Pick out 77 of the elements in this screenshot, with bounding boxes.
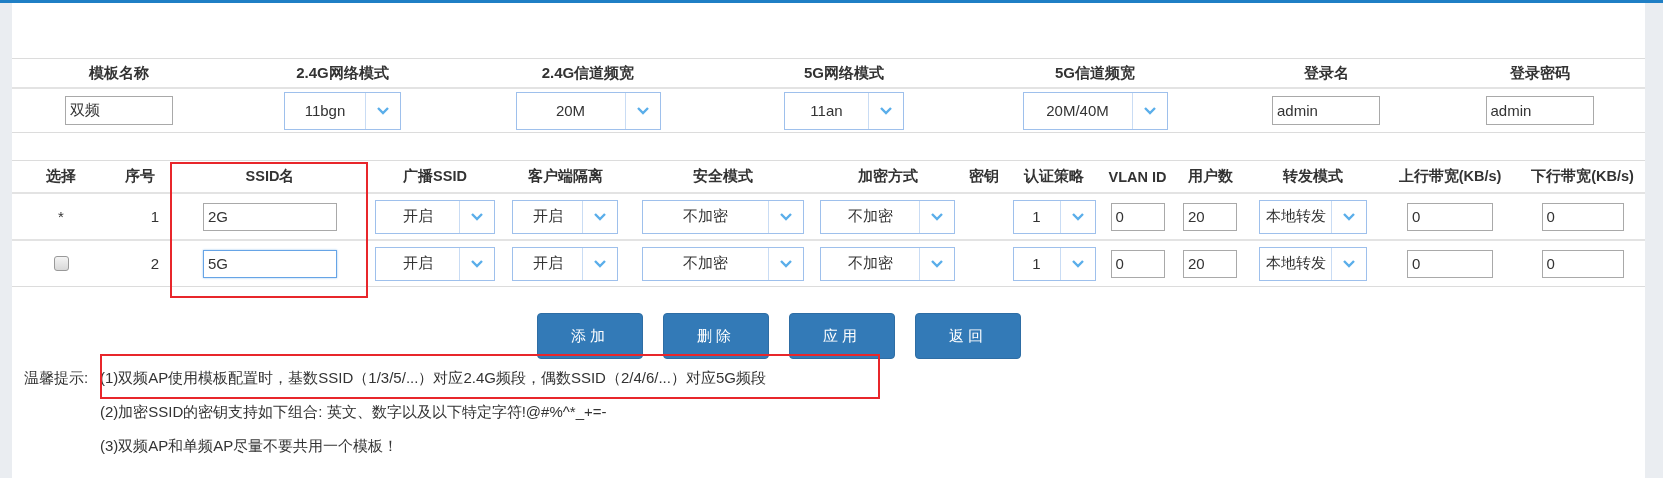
chevron-down-icon [593, 259, 607, 268]
column-header: 广播SSID [403, 167, 467, 186]
dropdown[interactable]: 20M/40M [1022, 91, 1168, 130]
chevron-down-icon [1341, 212, 1356, 221]
tip-text: (3)双频AP和单频AP尽量不要共用一个模板！ [100, 436, 399, 456]
column-header: 用户数 [1187, 167, 1233, 186]
chevron-down-icon [930, 212, 944, 221]
chevron-down-icon [1142, 106, 1157, 115]
column-header: VLAN ID [1108, 168, 1167, 185]
column-header: 登录密码 [1509, 63, 1570, 83]
column-header: 2.4G网络模式 [296, 63, 389, 83]
dropdown[interactable]: 本地转发 [1258, 199, 1367, 234]
dropdown[interactable]: 不加密 [820, 246, 955, 281]
text-input[interactable]: 0 [1110, 249, 1165, 278]
text-input[interactable]: 20 [1183, 249, 1237, 278]
chevron-down-icon [635, 106, 650, 115]
column-header: SSID名 [245, 167, 295, 186]
column-header: 上行带宽(KB/s) [1398, 167, 1502, 186]
dropdown[interactable]: 开启 [512, 199, 618, 234]
column-header: 2.4G信道频宽 [541, 63, 635, 83]
column-header: 安全模式 [692, 167, 753, 186]
tip-text: (2)加密SSID的密钥支持如下组合: 英文、数字以及以下特定字符!@#%^*_+=- [100, 402, 607, 422]
column-header: 认证策略 [1024, 167, 1084, 186]
dropdown[interactable]: 不加密 [641, 199, 804, 234]
dropdown[interactable]: 开启 [375, 246, 495, 281]
text-input[interactable]: 0 [1541, 249, 1624, 278]
chevron-down-icon [879, 106, 893, 115]
action-button[interactable]: 返回 [915, 313, 1021, 359]
dropdown[interactable]: 开启 [375, 199, 495, 234]
column-header: 5G网络模式 [804, 63, 884, 83]
column-header: 登录名 [1303, 63, 1349, 83]
row-number: 2 [150, 255, 159, 272]
text-input[interactable]: admin [1485, 96, 1594, 125]
text-input[interactable]: 0 [1407, 249, 1493, 278]
column-header: 序号 [125, 167, 155, 186]
chevron-down-icon [1341, 259, 1356, 268]
checkbox[interactable] [53, 256, 69, 271]
action-button[interactable]: 添加 [537, 313, 643, 359]
column-header: 密钥 [969, 167, 999, 186]
chevron-down-icon [593, 212, 607, 221]
text-input[interactable]: 双频 [64, 96, 173, 125]
dropdown[interactable]: 开启 [512, 246, 618, 281]
column-header: 选择 [46, 167, 76, 186]
text-input[interactable]: admin [1272, 96, 1380, 125]
dropdown[interactable]: 本地转发 [1258, 246, 1367, 281]
text-input[interactable]: 0 [1407, 202, 1493, 231]
chevron-down-icon [778, 212, 793, 221]
dropdown[interactable]: 11an [784, 91, 904, 130]
dropdown[interactable]: 1 [1012, 246, 1096, 281]
text-input[interactable]: 0 [1541, 202, 1624, 231]
row-marker: * [58, 208, 64, 225]
action-button[interactable]: 删除 [663, 313, 769, 359]
chevron-down-icon [930, 259, 944, 268]
row-number: 1 [150, 208, 159, 225]
column-header: 5G信道频宽 [1055, 63, 1135, 83]
dropdown[interactable]: 20M [515, 91, 661, 130]
dropdown[interactable]: 不加密 [641, 246, 804, 281]
text-input[interactable]: 2G [203, 202, 337, 231]
chevron-down-icon [778, 259, 793, 268]
dropdown[interactable]: 不加密 [820, 199, 955, 234]
column-header: 客户端隔离 [527, 167, 603, 186]
text-input[interactable]: 20 [1183, 202, 1237, 231]
dropdown[interactable]: 11bgn [284, 91, 401, 130]
chevron-down-icon [470, 212, 484, 221]
chevron-down-icon [1070, 212, 1085, 221]
dropdown[interactable]: 1 [1012, 199, 1096, 234]
chevron-down-icon [470, 259, 484, 268]
column-header: 加密方式 [857, 167, 918, 186]
column-header: 转发模式 [1282, 167, 1343, 186]
column-header: 下行带宽(KB/s) [1531, 167, 1634, 186]
chevron-down-icon [376, 106, 390, 115]
chevron-down-icon [1070, 259, 1085, 268]
column-header: 模板名称 [88, 63, 149, 83]
text-input[interactable]: 0 [1110, 202, 1165, 231]
tip-label: 温馨提示: [24, 368, 89, 386]
action-button[interactable]: 应用 [789, 313, 895, 359]
text-input[interactable]: 5G [203, 249, 337, 278]
